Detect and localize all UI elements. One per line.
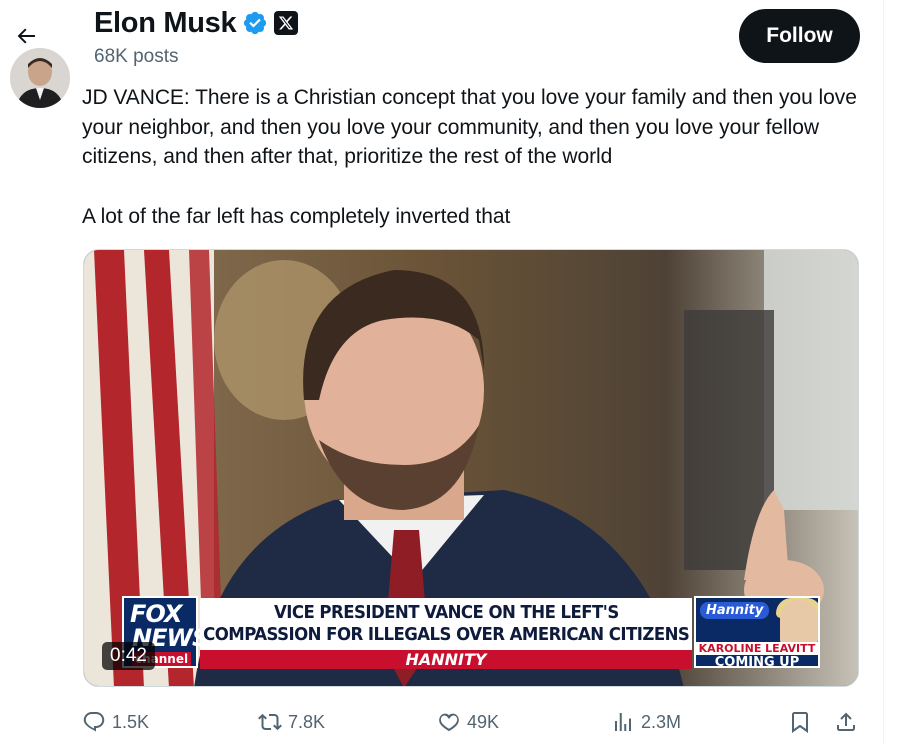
verified-badge-icon[interactable]	[242, 10, 268, 36]
reply-count: 1.5K	[112, 711, 150, 732]
reply-button[interactable]: 1.5K	[82, 704, 149, 740]
arrow-left-icon	[17, 28, 35, 44]
repost-count: 7.8K	[288, 711, 326, 732]
bookmark-button[interactable]	[788, 704, 812, 740]
tweet-paragraph: A lot of the far left has completely inv…	[82, 205, 511, 229]
x-logo-icon[interactable]	[274, 11, 299, 35]
chyron-headline: VICE PRESIDENT VANCE ON THE LEFT'S COMPA…	[200, 598, 692, 650]
like-count: 49K	[467, 711, 500, 732]
tweet-action-bar: 1.5K 7.8K 49K 2.3M	[0, 704, 883, 740]
heart-icon	[439, 713, 459, 732]
views-icon	[615, 713, 631, 731]
tweet-paragraph: JD VANCE: There is a Christian concept t…	[82, 86, 857, 169]
promo-name: KAROLINE LEAVITT	[696, 642, 818, 655]
views-button[interactable]: 2.3M	[611, 704, 681, 740]
repost-button[interactable]: 7.8K	[258, 704, 325, 740]
chyron-headline-line1: VICE PRESIDENT VANCE ON THE LEFT'S	[273, 602, 619, 623]
bookmark-icon	[792, 712, 808, 733]
chyron-show-bar: HANNITY	[200, 650, 692, 669]
promo-status: COMING UP	[714, 655, 800, 668]
profile-header-name-row: Elon Musk	[94, 4, 299, 42]
promo-show-logo: Hannity	[700, 602, 770, 619]
video-timestamp: 0:42	[102, 642, 155, 670]
views-count: 2.3M	[641, 711, 682, 732]
chyron-promo: Hannity KAROLINE LEAVITT COMING UP	[694, 596, 820, 668]
post-count: 68K posts	[94, 46, 179, 67]
profile-name[interactable]: Elon Musk	[94, 7, 237, 40]
column-border	[883, 0, 884, 744]
video-player[interactable]: FOX NEWS channel VICE PRESIDENT VANCE ON…	[83, 249, 859, 687]
news-chyron: FOX NEWS channel VICE PRESIDENT VANCE ON…	[122, 596, 822, 670]
avatar[interactable]	[10, 48, 70, 108]
chyron-headline-line2: COMPASSION FOR ILLEGALS OVER AMERICAN CI…	[202, 624, 690, 645]
like-button[interactable]: 49K	[437, 704, 499, 740]
tweet-text: JD VANCE: There is a Christian concept t…	[82, 83, 872, 232]
follow-button[interactable]: Follow	[739, 9, 860, 63]
share-button[interactable]	[834, 704, 858, 740]
reply-icon	[83, 712, 105, 732]
share-icon	[837, 712, 855, 731]
repost-icon	[258, 713, 282, 731]
